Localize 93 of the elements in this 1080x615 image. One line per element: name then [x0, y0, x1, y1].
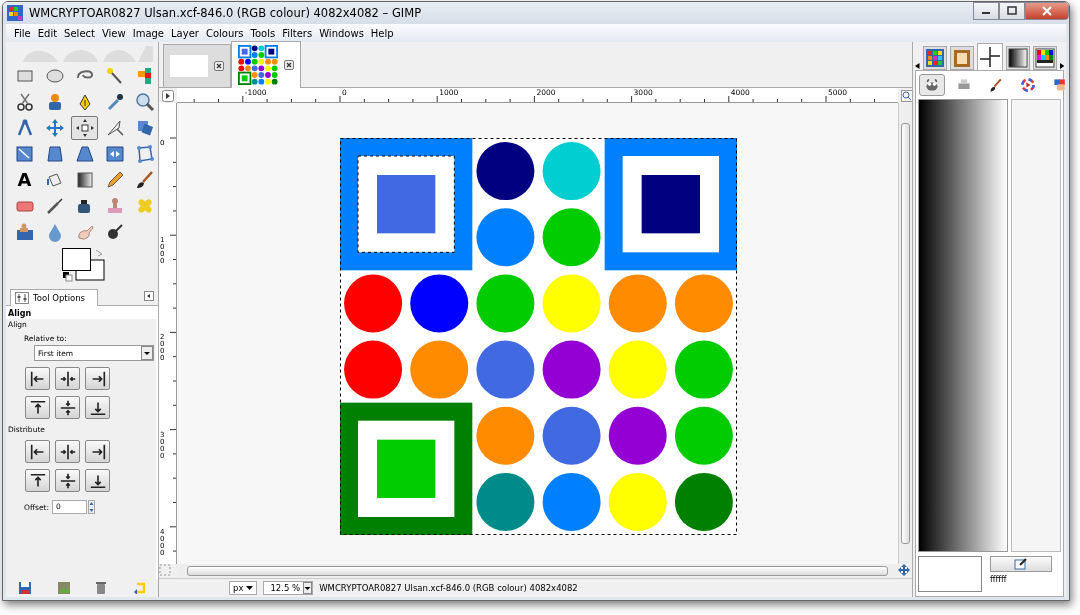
dock-tab[interactable] — [1005, 46, 1030, 70]
dropdown-arrow-icon — [246, 586, 254, 590]
menu-item[interactable]: Help — [368, 27, 399, 39]
align-middle-icon — [58, 398, 77, 417]
menu-item[interactable]: Image — [130, 27, 170, 39]
gradient-icon — [74, 170, 95, 190]
menu-item[interactable]: Tools — [248, 27, 281, 39]
save-icon[interactable] — [19, 582, 32, 594]
menu-item[interactable]: Filters — [280, 27, 318, 39]
zoom-dropdown[interactable]: 12.5 % — [263, 581, 314, 595]
reset-arrow-icon[interactable] — [132, 582, 145, 594]
stamp-card-icon — [14, 222, 35, 242]
scissors-icon — [14, 92, 35, 112]
menu-item[interactable]: View — [99, 27, 131, 39]
close-icon[interactable] — [284, 60, 294, 70]
align-center-icon — [58, 442, 77, 461]
menu-item[interactable]: Edit — [35, 27, 63, 39]
ellipse-icon — [44, 66, 65, 86]
shear-icon — [44, 144, 65, 164]
paintbrush-icon — [988, 77, 1004, 93]
align-center-icon — [58, 369, 77, 388]
zoom-icon[interactable] — [901, 90, 913, 102]
color-wheel-icon — [1020, 77, 1036, 93]
wilber-mascot-icon — [924, 77, 940, 93]
dock-tab[interactable] — [1032, 46, 1057, 70]
edit-button[interactable] — [990, 556, 1052, 572]
move-arrows-icon — [44, 118, 65, 138]
paintbrush-icon — [134, 170, 155, 190]
close-button[interactable] — [1025, 2, 1069, 20]
cage-icon — [134, 144, 155, 164]
gradient-icon — [1007, 48, 1028, 68]
app-icon — [7, 5, 23, 21]
align-button[interactable] — [55, 367, 80, 390]
align-button[interactable] — [85, 367, 110, 390]
spin-arrows-icon — [88, 500, 96, 514]
distribute-button[interactable] — [25, 440, 50, 463]
menu-item[interactable]: Select — [62, 27, 100, 39]
corner-lines-icon — [979, 47, 1000, 67]
scroll-left-icon[interactable] — [915, 62, 920, 70]
scroll-right-icon[interactable] — [1059, 62, 1064, 70]
clipboard-icon — [951, 48, 972, 68]
distribute-button[interactable] — [85, 440, 110, 463]
tool-options-tab[interactable]: Tool Options — [10, 289, 98, 306]
panel-title: Align — [7, 308, 33, 319]
text-tool-glyph: A — [17, 171, 32, 189]
image-thumbnail-drawing — [238, 45, 278, 85]
distribute-button[interactable] — [55, 469, 80, 492]
wand-icon — [104, 66, 125, 86]
magnifier-icon — [134, 92, 155, 112]
maximize-icon — [1007, 6, 1017, 16]
menu-item[interactable]: Windows — [317, 27, 369, 39]
trash-icon[interactable] — [96, 582, 107, 594]
hex-value: ffffff — [990, 575, 1008, 584]
align-button[interactable] — [85, 396, 110, 419]
menu-item[interactable]: File — [12, 27, 36, 39]
align-button[interactable] — [25, 396, 50, 419]
tab-label: Tool Options — [33, 293, 85, 303]
color-preview — [918, 556, 982, 592]
maximize-button[interactable] — [999, 2, 1025, 20]
minimize-button[interactable] — [973, 2, 999, 20]
perspective-icon — [74, 144, 95, 164]
distribute-button[interactable] — [85, 469, 110, 492]
unit-dropdown[interactable]: px — [229, 581, 258, 595]
tool-button[interactable]: A — [11, 168, 38, 192]
distribute-button[interactable] — [55, 440, 80, 463]
distribute-button[interactable] — [25, 469, 50, 492]
color-blocks-icon — [1052, 77, 1068, 93]
align-middle-icon — [58, 471, 77, 490]
close-icon[interactable] — [214, 61, 224, 71]
window-title: WMCRYPTOAR0827 Ulsan.xcf-846.0 (RGB colour) 4082x4082 – GIMP — [29, 6, 422, 20]
vertical-scrollbar[interactable] — [898, 103, 912, 564]
flip-icon — [104, 144, 125, 164]
pencil-icon — [104, 170, 125, 190]
menu-item[interactable]: Layer — [169, 27, 204, 39]
menu-item[interactable]: Colours — [203, 27, 249, 39]
status-text: WMCRYPTOAR0827 Ulsan.xcf-846.0 (RGB colour) 4082x4082 — [319, 583, 578, 593]
tool-button[interactable] — [71, 116, 98, 140]
palette-icon — [1034, 48, 1055, 68]
align-arrows-icon — [74, 118, 95, 138]
edit-icon — [1014, 558, 1028, 570]
align-button[interactable] — [55, 396, 80, 419]
image-icon[interactable] — [57, 582, 70, 594]
blank-thumbnail — [170, 55, 208, 77]
color-grid-icon — [924, 48, 945, 68]
align-button[interactable] — [25, 367, 50, 390]
navigate-arrows-icon[interactable] — [898, 564, 910, 576]
close-icon — [1042, 6, 1052, 16]
dock-subtab[interactable] — [919, 74, 945, 96]
sliders-icon — [15, 292, 29, 304]
dock-tab[interactable] — [976, 43, 1003, 70]
image-tab[interactable] — [231, 41, 301, 88]
tab-menu-icon[interactable] — [144, 291, 154, 301]
scale-icon — [14, 144, 35, 164]
